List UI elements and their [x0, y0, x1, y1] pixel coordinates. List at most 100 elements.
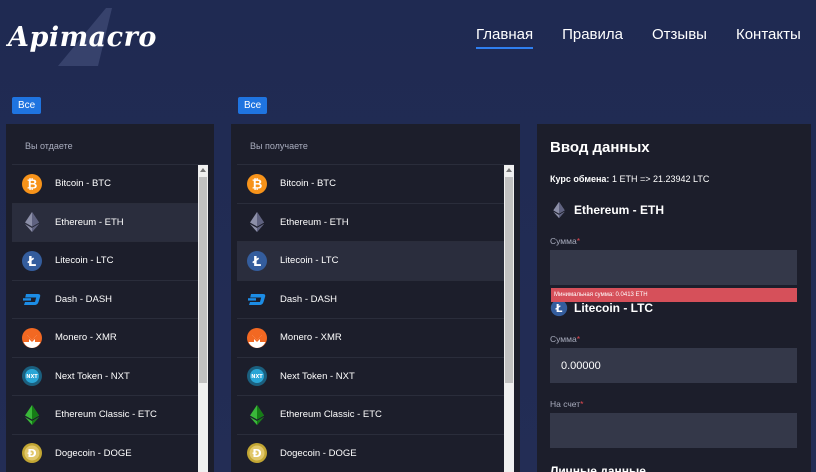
currency-item[interactable]: Ethereum - ETH [12, 203, 198, 242]
required-mark: * [576, 236, 581, 246]
nav-item-contacts[interactable]: Контакты [736, 26, 801, 49]
currency-item[interactable]: Ł Litecoin - LTC [237, 242, 504, 281]
dogecoin-icon: Ð [21, 442, 43, 464]
get-amount-label-text: Сумма [550, 334, 577, 344]
currency-item[interactable]: Monero - XMR [237, 319, 504, 358]
dogecoin-icon: Ð [246, 442, 268, 464]
svg-text:NXT: NXT [251, 374, 263, 380]
currency-item[interactable]: Ð Dogecoin - DOGE [12, 435, 198, 472]
svg-text:Ð: Ð [27, 447, 36, 460]
currency-item[interactable]: Ł Litecoin - LTC [12, 242, 198, 281]
currency-item-label: Ethereum Classic - ETC [280, 409, 382, 421]
nav-item-reviews[interactable]: Отзывы [652, 26, 707, 49]
currency-item-label: Bitcoin - BTC [280, 178, 336, 190]
scroll-thumb[interactable] [199, 177, 207, 383]
currency-item[interactable]: Ethereum Classic - ETC [12, 396, 198, 435]
currency-item-label: Monero - XMR [55, 332, 117, 344]
currency-item-label: Next Token - NXT [55, 370, 130, 382]
account-input[interactable] [550, 413, 797, 448]
nxt-icon: NXT [246, 365, 268, 387]
get-amount-label: Сумма* [550, 334, 798, 344]
give-currency-panel: Вы отдаете ₿ Bitcoin - BTC Ethereum - ETH Ł… [6, 124, 214, 472]
get-amount-input[interactable] [550, 348, 797, 383]
rate-value: 1 ETH => 21.23942 LTC [611, 174, 710, 184]
currency-item[interactable]: Dash - DASH [12, 281, 198, 319]
nav-item-rules[interactable]: Правила [562, 26, 623, 49]
svg-text:Ł: Ł [27, 255, 36, 270]
scroll-up-arrow-icon[interactable] [506, 168, 512, 172]
account-label-text: На счет [550, 399, 581, 409]
get-panel-header: Вы получаете [250, 141, 308, 151]
currency-item-label: Monero - XMR [280, 332, 342, 344]
currency-item-label: Ethereum Classic - ETC [55, 409, 157, 421]
currency-item-label: Dogecoin - DOGE [55, 447, 132, 459]
currency-item-label: Bitcoin - BTC [55, 178, 111, 190]
svg-text:Ð: Ð [252, 447, 261, 460]
ethereum-icon [21, 211, 43, 233]
litecoin-icon: Ł [246, 250, 268, 272]
monero-icon [246, 327, 268, 349]
currency-item-label: Next Token - NXT [280, 370, 355, 382]
get-currency-list: ₿ Bitcoin - BTC Ethereum - ETH Ł Litecoin - … [237, 164, 514, 472]
give-filter-all-button[interactable]: Все [12, 97, 42, 114]
currency-item-label: Ethereum - ETH [280, 216, 349, 228]
currency-item[interactable]: NXT Next Token - NXT [12, 358, 198, 396]
give-amount-input[interactable] [550, 250, 797, 285]
rate-label: Курс обмена: [550, 174, 610, 184]
svg-text:Ł: Ł [555, 302, 563, 315]
exchange-rate: Курс обмена: 1 ETH => 21.23942 LTC [550, 174, 798, 184]
svg-text:₿: ₿ [252, 177, 263, 192]
main-nav: Главная Правила Отзывы Контакты [476, 26, 801, 49]
logo[interactable]: Apimacro [6, 4, 156, 70]
required-mark: * [576, 334, 581, 344]
get-currency-panel: Вы получаете ₿ Bitcoin - BTC Ethereum - ET… [231, 124, 520, 472]
currency-item[interactable]: ₿ Bitcoin - BTC [12, 165, 198, 204]
currency-item[interactable]: Ethereum - ETH [237, 204, 504, 242]
get-filter-all-button[interactable]: Все [238, 97, 268, 114]
currency-item-label: Dash - DASH [55, 293, 113, 305]
ethereum-classic-icon [21, 404, 43, 426]
currency-item[interactable]: Monero - XMR [12, 319, 198, 358]
svg-text:NXT: NXT [26, 374, 38, 380]
litecoin-icon: Ł [21, 250, 43, 272]
monero-icon [21, 327, 43, 349]
currency-item-label: Litecoin - LTC [55, 255, 114, 267]
account-label: На счет* [550, 399, 798, 409]
give-currency-list: ₿ Bitcoin - BTC Ethereum - ETH Ł Litecoin - … [12, 164, 208, 472]
currency-item[interactable]: NXT Next Token - NXT [237, 358, 504, 396]
required-mark: * [580, 399, 584, 409]
currency-item[interactable]: Dash - DASH [237, 281, 504, 319]
currency-item-label: Ethereum - ETH [55, 216, 124, 228]
currency-item-label: Litecoin - LTC [280, 255, 339, 267]
give-list-scrollbar[interactable] [198, 165, 208, 472]
currency-item[interactable]: Ð Dogecoin - DOGE [237, 435, 504, 472]
get-currency-name: Litecoin - LTC [574, 301, 654, 315]
bitcoin-icon: ₿ [21, 173, 43, 195]
min-amount-error: Минимальная сумма: 0.0413 ETH [551, 288, 797, 302]
get-list-scrollbar[interactable] [504, 165, 514, 472]
logo-text: Apimacro [8, 22, 157, 53]
give-amount-label-text: Сумма [550, 236, 577, 246]
ethereum-classic-icon [246, 404, 268, 426]
currency-item[interactable]: Ethereum Classic - ETC [237, 396, 504, 435]
dash-icon [21, 288, 43, 310]
svg-text:Ł: Ł [252, 255, 261, 270]
ethereum-icon [246, 211, 268, 233]
currency-item[interactable]: ₿ Bitcoin - BTC [237, 165, 504, 204]
ethereum-icon [550, 201, 568, 219]
dash-icon [246, 288, 268, 310]
exchange-form-panel: Ввод данных Курс обмена: 1 ETH => 21.239… [537, 124, 811, 472]
nxt-icon: NXT [21, 365, 43, 387]
form-title: Ввод данных [550, 139, 650, 156]
bitcoin-icon: ₿ [246, 173, 268, 195]
give-panel-header: Вы отдаете [25, 141, 73, 151]
personal-data-heading: Личные данные [550, 464, 646, 472]
nav-item-home[interactable]: Главная [476, 26, 534, 49]
give-currency-row: Ethereum - ETH [550, 201, 798, 219]
svg-text:₿: ₿ [27, 177, 38, 192]
scroll-up-arrow-icon[interactable] [200, 168, 206, 172]
give-amount-label: Сумма* [550, 236, 798, 246]
give-currency-name: Ethereum - ETH [574, 203, 665, 217]
scroll-thumb[interactable] [505, 177, 513, 383]
currency-item-label: Dogecoin - DOGE [280, 447, 357, 459]
